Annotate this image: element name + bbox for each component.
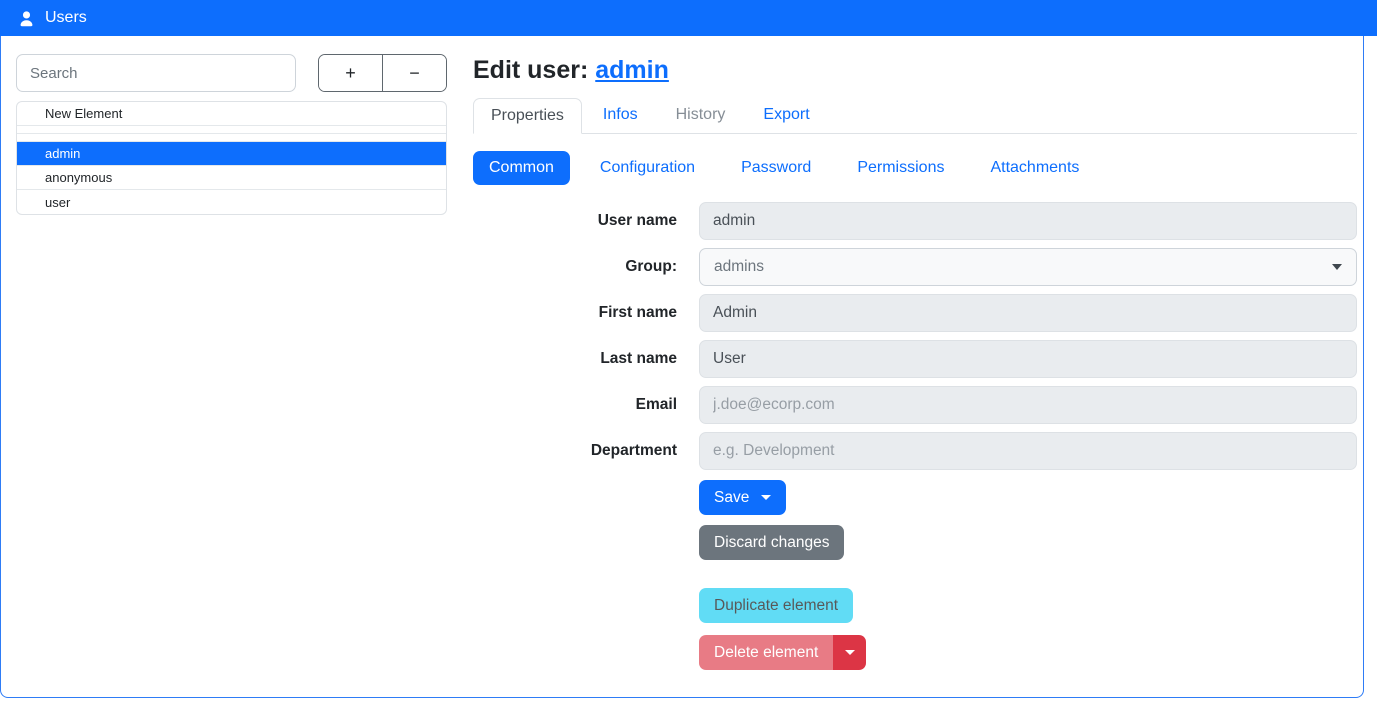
users-brand-link[interactable]: Users: [17, 9, 87, 28]
form-actions: Save Discard changes Duplicate element D…: [699, 480, 1357, 700]
caret-down-icon: [761, 495, 771, 500]
firstname-field[interactable]: [699, 294, 1357, 332]
person-icon: [17, 9, 36, 28]
caret-down-icon: [845, 650, 855, 655]
delete-element-button: Delete element: [699, 635, 833, 670]
email-field[interactable]: [699, 386, 1357, 424]
subtab-password[interactable]: Password: [725, 151, 827, 185]
save-button-label: Save: [714, 489, 749, 507]
form-row-firstname: First name: [473, 294, 1357, 332]
email-label: Email: [473, 396, 699, 414]
form-row-group: Group: admins: [473, 248, 1357, 286]
main-panel: Edit user: admin Properties Infos Histor…: [473, 54, 1357, 700]
department-field[interactable]: [699, 432, 1357, 470]
list-item-anonymous[interactable]: anonymous: [17, 166, 446, 190]
add-element-button[interactable]: +: [319, 55, 383, 91]
discard-changes-button[interactable]: Discard changes: [699, 525, 844, 560]
lastname-label: Last name: [473, 350, 699, 368]
list-action-button-group: + −: [318, 54, 447, 92]
duplicate-element-button: Duplicate element: [699, 588, 853, 623]
remove-element-button[interactable]: −: [383, 55, 446, 91]
discard-changes-label: Discard changes: [714, 534, 829, 552]
subtab-bar: Common Configuration Password Permission…: [473, 151, 1357, 185]
list-item-spacer[interactable]: [17, 126, 446, 134]
tab-infos[interactable]: Infos: [586, 98, 655, 134]
element-list: New Element admin anonymous user: [16, 101, 447, 215]
subtab-permissions[interactable]: Permissions: [841, 151, 960, 185]
group-label: Group:: [473, 258, 699, 276]
duplicate-element-label: Duplicate element: [714, 597, 838, 615]
delete-split-button: Delete element: [699, 635, 866, 670]
form-row-department: Department: [473, 432, 1357, 470]
sidebar: + − New Element admin anonymous user: [16, 54, 447, 700]
delete-element-label: Delete element: [714, 644, 818, 662]
subtab-attachments[interactable]: Attachments: [974, 151, 1095, 185]
username-field[interactable]: [699, 202, 1357, 240]
page-title-prefix: Edit user:: [473, 56, 595, 84]
subtab-common[interactable]: Common: [473, 151, 570, 185]
form-row-email: Email: [473, 386, 1357, 424]
app-header: Users: [0, 0, 1377, 36]
list-item-user[interactable]: user: [17, 190, 446, 214]
list-item-new-element[interactable]: New Element: [17, 102, 446, 126]
tab-history: History: [659, 98, 743, 134]
username-label: User name: [473, 212, 699, 230]
list-item-admin[interactable]: admin: [17, 142, 446, 166]
firstname-label: First name: [473, 304, 699, 322]
tab-properties[interactable]: Properties: [473, 98, 582, 134]
group-select[interactable]: admins: [699, 248, 1357, 286]
edited-user-link[interactable]: admin: [595, 56, 669, 84]
delete-dropdown-toggle[interactable]: [833, 635, 866, 670]
department-label: Department: [473, 442, 699, 460]
group-select-value: admins: [714, 258, 764, 276]
sidebar-toolbar: + −: [16, 54, 447, 92]
user-form: User name Group: admins First name Last …: [473, 202, 1357, 470]
content-area: + − New Element admin anonymous user Edi…: [0, 36, 1377, 700]
form-row-username: User name: [473, 202, 1357, 240]
search-input[interactable]: [16, 54, 296, 92]
tab-export[interactable]: Export: [746, 98, 826, 134]
save-button[interactable]: Save: [699, 480, 786, 515]
app-title: Users: [45, 9, 87, 27]
chevron-down-icon: [1332, 264, 1342, 270]
tab-bar: Properties Infos History Export: [473, 98, 1357, 134]
subtab-configuration[interactable]: Configuration: [584, 151, 711, 185]
lastname-field[interactable]: [699, 340, 1357, 378]
form-row-lastname: Last name: [473, 340, 1357, 378]
list-item-spacer[interactable]: [17, 134, 446, 142]
page-title: Edit user: admin: [473, 56, 1357, 85]
